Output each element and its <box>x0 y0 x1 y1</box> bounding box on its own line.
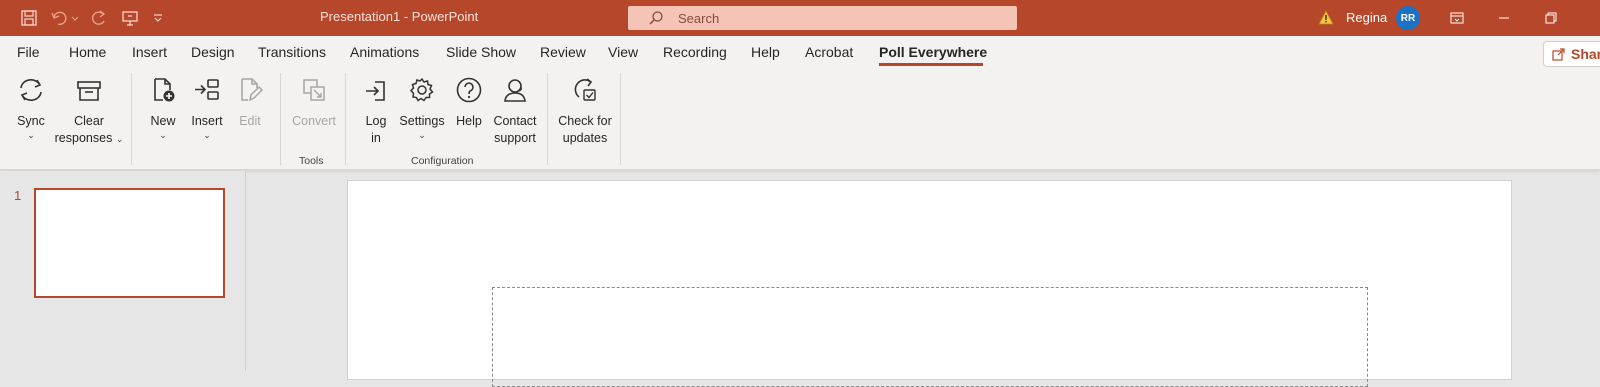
slide-thumbnail[interactable] <box>34 188 225 298</box>
tab-help[interactable]: Help <box>751 44 780 60</box>
ribbon-display-options-icon[interactable] <box>1434 0 1480 36</box>
insert-label: Insert <box>191 114 223 128</box>
share-icon <box>1552 48 1565 61</box>
contact-label-line2: support <box>494 131 536 145</box>
group-separator <box>547 73 548 165</box>
customize-toolbar-icon[interactable] <box>148 0 168 36</box>
undo-icon[interactable] <box>48 0 82 36</box>
convert-label: Convert <box>292 114 336 128</box>
title-bar: Presentation1 - PowerPoint Search Regina… <box>0 0 1600 36</box>
tab-transitions[interactable]: Transitions <box>258 44 326 60</box>
active-tab-indicator <box>879 63 983 66</box>
convert-icon <box>300 76 328 109</box>
tab-poll-everywhere[interactable]: Poll Everywhere <box>879 44 987 60</box>
save-icon[interactable] <box>14 0 44 36</box>
check-label-line2: updates <box>562 131 608 145</box>
slide-number: 1 <box>14 188 22 203</box>
settings-button[interactable]: Settings ⌄ <box>398 69 446 140</box>
restore-icon[interactable] <box>1528 0 1574 36</box>
menu-bar: File Home Insert Design Transitions Anim… <box>0 36 1600 69</box>
group-separator <box>280 73 281 165</box>
refresh-icon <box>571 76 599 109</box>
clear-label-line1: Clear <box>74 114 104 128</box>
minimize-icon[interactable] <box>1481 0 1527 36</box>
group-separator <box>345 73 346 165</box>
archive-icon <box>75 78 103 109</box>
insert-icon <box>193 76 221 109</box>
login-button[interactable]: Log in <box>358 69 394 147</box>
tab-insert[interactable]: Insert <box>132 44 167 60</box>
chevron-down-icon: ⌄ <box>203 130 211 140</box>
new-label: New <box>150 114 176 128</box>
new-document-icon <box>149 76 177 109</box>
group-label-configuration: Configuration <box>411 155 474 167</box>
redo-icon[interactable] <box>86 0 112 36</box>
group-separator <box>620 73 621 165</box>
clear-responses-button[interactable]: Clear responses ⌄ <box>54 69 124 147</box>
new-button[interactable]: New ⌄ <box>145 69 181 140</box>
search-placeholder: Search <box>678 11 720 26</box>
sync-button[interactable]: Sync ⌄ <box>10 69 52 140</box>
share-label: Share <box>1571 46 1600 62</box>
tab-animations[interactable]: Animations <box>350 44 419 60</box>
login-label-line2: in <box>371 131 381 145</box>
search-icon <box>648 10 664 31</box>
group-separator <box>131 73 132 165</box>
gear-icon <box>408 76 436 109</box>
chevron-down-icon: ⌄ <box>27 130 35 140</box>
sync-icon <box>16 76 46 109</box>
contact-support-button[interactable]: Contact support <box>490 69 540 147</box>
check-label-line1: Check for <box>558 114 612 128</box>
insert-button[interactable]: Insert ⌄ <box>186 69 228 140</box>
warning-icon[interactable] <box>1318 10 1334 30</box>
user-name[interactable]: Regina <box>1346 10 1387 25</box>
chevron-down-icon: ⌄ <box>418 130 426 140</box>
tab-slide-show[interactable]: Slide Show <box>446 44 516 60</box>
tab-review[interactable]: Review <box>540 44 586 60</box>
ribbon: Sync ⌄ Clear responses ⌄ New ⌄ Insert ⌄ … <box>0 69 1600 170</box>
tab-view[interactable]: View <box>608 44 638 60</box>
tab-home[interactable]: Home <box>69 44 106 60</box>
tab-acrobat[interactable]: Acrobat <box>805 44 853 60</box>
tab-recording[interactable]: Recording <box>663 44 727 60</box>
avatar[interactable]: RR <box>1396 6 1420 30</box>
chevron-down-icon: ⌄ <box>115 134 124 144</box>
edit-button[interactable]: Edit <box>232 69 268 130</box>
content-placeholder[interactable] <box>492 287 1368 387</box>
settings-label: Settings <box>399 114 445 128</box>
search-box[interactable]: Search <box>628 6 1017 30</box>
help-label: Help <box>456 114 482 128</box>
login-icon <box>363 78 389 109</box>
tab-design[interactable]: Design <box>191 44 235 60</box>
share-button[interactable]: Share <box>1543 41 1600 67</box>
edit-document-icon <box>236 76 264 109</box>
chevron-down-icon: ⌄ <box>159 130 167 140</box>
group-label-tools: Tools <box>299 155 324 167</box>
help-button[interactable]: Help <box>450 69 488 130</box>
window-title: Presentation1 - PowerPoint <box>320 9 479 24</box>
person-icon <box>501 76 529 109</box>
help-icon <box>455 76 483 109</box>
clear-label-line2: responses <box>54 131 113 145</box>
sync-label: Sync <box>17 114 45 128</box>
edit-label: Edit <box>239 114 261 128</box>
convert-button[interactable]: Convert <box>288 69 340 130</box>
check-for-updates-button[interactable]: Check for updates <box>553 69 617 147</box>
present-icon[interactable] <box>117 0 143 36</box>
slide-thumbnail-pane: 1 <box>0 171 246 371</box>
login-label-line1: Log <box>365 114 387 128</box>
tab-file[interactable]: File <box>17 44 40 60</box>
contact-label-line1: Contact <box>493 114 537 128</box>
